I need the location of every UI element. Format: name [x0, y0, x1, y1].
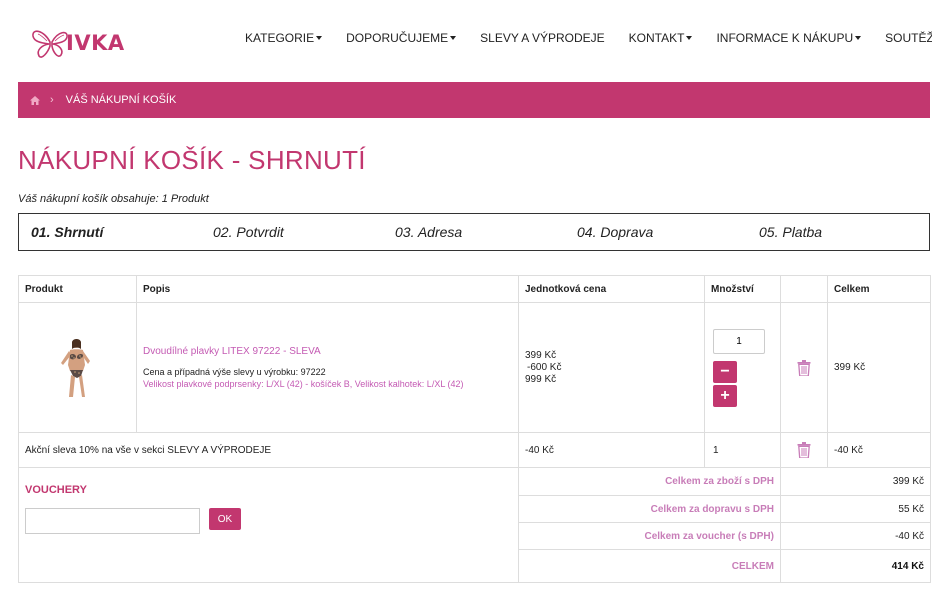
- checkout-steps: 01. Shrnutí 02. Potvrdit 03. Adresa 04. …: [18, 213, 930, 251]
- col-header-action: [780, 275, 828, 303]
- discount-delete-cell: [780, 432, 828, 468]
- col-header-product: Produkt: [18, 275, 137, 303]
- increase-quantity-button[interactable]: +: [713, 384, 737, 407]
- grand-total-label: CELKEM: [518, 549, 781, 583]
- voucher-total-label: Celkem za voucher (s DPH): [518, 522, 781, 550]
- line-total-cell: 399 Kč: [827, 302, 931, 433]
- nav-label: INFORMACE K NÁKUPU: [716, 31, 854, 45]
- caret-down-icon: [686, 36, 693, 40]
- shipping-total-value: 55 Kč: [780, 495, 931, 523]
- product-note: Cena a případná výše slevy u výrobku: 97…: [143, 367, 326, 377]
- breadcrumb: › VÁŠ NÁKUPNÍ KOŠÍK: [18, 82, 930, 118]
- main-nav: KATEGORIE DOPORUČUJEME SLEVY A VÝPRODEJE…: [245, 31, 932, 45]
- col-header-description: Popis: [136, 275, 519, 303]
- step-payment[interactable]: 05. Platba: [747, 224, 929, 240]
- goods-total-value: 399 Kč: [780, 467, 931, 496]
- breadcrumb-separator: ›: [50, 94, 54, 106]
- vouchers-section: VOUCHERY OK: [18, 467, 519, 583]
- nav-item-doporucujeme[interactable]: DOPORUČUJEME: [346, 31, 457, 45]
- butterfly-logo-icon: [32, 30, 68, 58]
- table-header-row: Produkt Popis Jednotková cena Množství C…: [18, 275, 931, 303]
- unit-price-cell: 399 Kč -600 Kč 999 Kč: [518, 302, 705, 433]
- breadcrumb-current: VÁŠ NÁKUPNÍ KOŠÍK: [65, 94, 177, 106]
- delete-cell: [780, 302, 828, 433]
- nav-label: KATEGORIE: [245, 31, 315, 45]
- step-address[interactable]: 03. Adresa: [383, 224, 565, 240]
- step-summary[interactable]: 01. Shrnutí: [19, 224, 201, 240]
- col-header-unit-price: Jednotková cena: [518, 275, 705, 303]
- decrease-quantity-button[interactable]: −: [713, 360, 737, 383]
- home-icon[interactable]: [30, 95, 40, 105]
- discount-quantity: 1: [704, 432, 781, 468]
- cart-count-text: Váš nákupní košík obsahuje: 1 Produkt: [18, 193, 209, 205]
- voucher-total-value: -40 Kč: [780, 522, 931, 550]
- logo-text: IVKA: [66, 31, 125, 55]
- table-row: Akční sleva 10% na vše v sekci SLEVY A V…: [18, 432, 931, 468]
- swimsuit-image: [27, 336, 128, 399]
- discount-total: -40 Kč: [827, 432, 931, 468]
- nav-label: KONTAKT: [628, 31, 685, 45]
- caret-down-icon: [450, 36, 457, 40]
- price-original: 399 Kč: [525, 349, 557, 361]
- nav-label: SOUTĚŽ: [885, 31, 932, 45]
- nav-item-kontakt[interactable]: KONTAKT: [629, 31, 693, 45]
- nav-item-soutez[interactable]: SOUTĚŽ: [885, 31, 932, 45]
- site-header: IVKA KATEGORIE DOPORUČUJEME SLEVY A VÝPR…: [0, 0, 932, 82]
- discount-label: Akční sleva 10% na vše v sekci SLEVY A V…: [18, 432, 519, 468]
- step-shipping[interactable]: 04. Doprava: [565, 224, 747, 240]
- delete-item-button[interactable]: [787, 359, 821, 376]
- goods-total-label: Celkem za zboží s DPH: [518, 467, 781, 496]
- quantity-cell: − +: [704, 302, 781, 433]
- trash-icon: [797, 359, 811, 376]
- voucher-code-input[interactable]: [25, 508, 200, 534]
- col-header-total: Celkem: [827, 275, 931, 303]
- caret-down-icon: [855, 36, 862, 40]
- product-description-cell: Dvoudílné plavky LITEX 97222 - SLEVA Cen…: [136, 302, 519, 433]
- nav-label: SLEVY A VÝPRODEJE: [480, 31, 605, 45]
- nav-item-kategorie[interactable]: KATEGORIE: [245, 31, 323, 45]
- product-image-cell: [18, 302, 137, 433]
- caret-down-icon: [316, 36, 323, 40]
- trash-icon: [797, 442, 811, 458]
- logo[interactable]: IVKA: [30, 26, 125, 60]
- page-title: NÁKUPNÍ KOŠÍK - SHRNUTÍ: [18, 145, 366, 175]
- vouchers-heading: VOUCHERY: [25, 484, 87, 496]
- cart-table: Produkt Popis Jednotková cena Množství C…: [18, 275, 931, 468]
- shipping-total-label: Celkem za dopravu s DPH: [518, 495, 781, 523]
- table-row: Dvoudílné plavky LITEX 97222 - SLEVA Cen…: [18, 302, 931, 433]
- price-final: 999 Kč: [525, 373, 557, 385]
- price-discount: -600 Kč: [527, 361, 562, 373]
- col-header-quantity: Množství: [704, 275, 781, 303]
- nav-item-slevy[interactable]: SLEVY A VÝPRODEJE: [480, 31, 605, 45]
- discount-price: -40 Kč: [518, 432, 705, 468]
- nav-label: DOPORUČUJEME: [346, 31, 449, 45]
- product-image[interactable]: [27, 336, 128, 399]
- apply-voucher-button[interactable]: OK: [209, 508, 241, 530]
- delete-discount-button[interactable]: [787, 442, 821, 458]
- summary-table: VOUCHERY OK Celkem za zboží s DPH 399 Kč…: [18, 467, 931, 583]
- grand-total-value: 414 Kč: [780, 549, 931, 583]
- product-size: Velikost plavkové podprsenky: L/XL (42) …: [143, 379, 464, 389]
- product-name-link[interactable]: Dvoudílné plavky LITEX 97222 - SLEVA: [143, 346, 512, 357]
- step-confirm[interactable]: 02. Potvrdit: [201, 224, 383, 240]
- quantity-input[interactable]: [713, 328, 765, 354]
- nav-item-informace[interactable]: INFORMACE K NÁKUPU: [716, 31, 862, 45]
